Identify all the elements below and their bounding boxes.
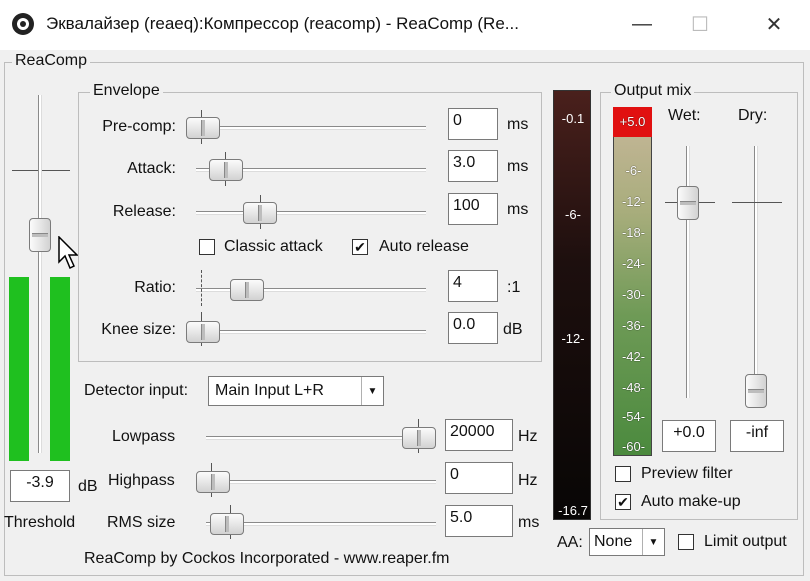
release-slider-thumb[interactable] <box>243 202 277 224</box>
detector-input-dropdown[interactable]: Main Input L+R ▼ <box>208 376 384 406</box>
output-mix-label: Output mix <box>611 82 695 100</box>
mouse-cursor-icon <box>58 235 80 275</box>
close-button[interactable]: ✕ <box>746 0 802 48</box>
aa-dropdown[interactable]: None ▼ <box>589 528 665 556</box>
wet-label: Wet: <box>668 107 701 124</box>
detector-input-label: Detector input: <box>84 382 189 399</box>
out-label-6: -42- <box>621 349 646 364</box>
dry-slider-thumb[interactable] <box>745 374 767 408</box>
gr-label-1: -6- <box>565 207 581 222</box>
auto-makeup-label[interactable]: Auto make-up <box>641 493 741 511</box>
reacomp-group-label: ReaComp <box>12 52 91 70</box>
wet-slider-thumb[interactable] <box>677 186 699 220</box>
lowpass-unit: Hz <box>518 428 538 445</box>
precomp-field[interactable]: 0 <box>448 108 498 140</box>
attack-unit: ms <box>507 158 529 175</box>
highpass-field[interactable]: 0 <box>445 462 513 494</box>
footer-credit: ReaComp by Cockos Incorporated - www.rea… <box>84 550 450 567</box>
output-meter: +5.0 -6- -12- -18- -24- -30- -36- -42- -… <box>613 107 652 456</box>
chevron-down-icon[interactable]: ▼ <box>642 529 664 555</box>
limit-output-label[interactable]: Limit output <box>704 533 787 551</box>
dry-field[interactable]: -inf <box>730 420 784 452</box>
highpass-label: Highpass <box>108 472 175 489</box>
dry-slider-track[interactable] <box>754 146 758 398</box>
threshold-unit: dB <box>78 478 98 495</box>
knee-unit: dB <box>503 321 523 338</box>
minimize-button[interactable]: — <box>614 0 670 48</box>
threshold-value-field[interactable]: -3.9 <box>10 470 70 502</box>
aa-value: None <box>594 533 633 550</box>
chevron-down-icon[interactable]: ▼ <box>361 377 383 405</box>
threshold-slider-thumb[interactable] <box>29 218 51 252</box>
precomp-slider-track[interactable] <box>196 126 426 130</box>
out-label-9: -60- <box>621 439 646 454</box>
out-label-1: -12- <box>621 194 646 209</box>
knee-slider-track[interactable] <box>196 330 426 334</box>
ratio-unit: :1 <box>507 279 521 296</box>
rms-size-label: RMS size <box>107 514 176 531</box>
maximize-button[interactable]: ☐ <box>672 0 728 48</box>
release-slider-track[interactable] <box>196 211 426 215</box>
attack-field[interactable]: 3.0 <box>448 150 498 182</box>
wet-field[interactable]: +0.0 <box>662 420 716 452</box>
rms-size-unit: ms <box>518 514 540 531</box>
release-label: Release: <box>112 203 176 220</box>
auto-release-checkbox[interactable]: ✔ <box>352 239 368 255</box>
lowpass-field[interactable]: 20000 <box>445 419 513 451</box>
attack-label: Attack: <box>127 160 176 177</box>
classic-attack-label[interactable]: Classic attack <box>224 238 323 256</box>
ratio-field[interactable]: 4 <box>448 270 498 302</box>
app-icon <box>12 13 34 35</box>
lowpass-slider-thumb[interactable] <box>402 427 436 449</box>
ratio-label: Ratio: <box>134 279 176 296</box>
wet-slider-track[interactable] <box>686 146 690 398</box>
highpass-slider-thumb[interactable] <box>196 471 230 493</box>
precomp-label: Pre-comp: <box>102 118 176 135</box>
knee-slider-thumb[interactable] <box>186 321 220 343</box>
dry-label: Dry: <box>738 107 768 124</box>
input-meter-left <box>9 277 29 461</box>
preview-filter-label[interactable]: Preview filter <box>641 465 733 483</box>
rms-size-slider-thumb[interactable] <box>210 513 244 535</box>
out-label-8: -54- <box>621 409 646 424</box>
threshold-label: Threshold <box>4 514 76 531</box>
out-label-2: -18- <box>621 225 646 240</box>
gain-reduction-meter: -0.1 -6- -12- -16.7 <box>553 90 591 520</box>
release-unit: ms <box>507 201 529 218</box>
window-title: Эквалайзер (reaeq):Компрессор (reacomp) … <box>46 14 519 33</box>
classic-attack-checkbox[interactable] <box>199 239 215 255</box>
ratio-slider-thumb[interactable] <box>230 279 264 301</box>
lowpass-label: Lowpass <box>112 428 176 445</box>
input-meter-right <box>50 277 70 461</box>
out-label-7: -48- <box>621 380 646 395</box>
knee-field[interactable]: 0.0 <box>448 312 498 344</box>
precomp-unit: ms <box>507 116 529 133</box>
preview-filter-checkbox[interactable] <box>615 466 631 482</box>
precomp-slider-thumb[interactable] <box>186 117 220 139</box>
gr-label-3: -16.7 <box>558 503 588 518</box>
out-label-3: -24- <box>621 256 646 271</box>
out-label-4: -30- <box>621 287 646 302</box>
rms-size-field[interactable]: 5.0 <box>445 505 513 537</box>
title-bar: Эквалайзер (reaeq):Компрессор (reacomp) … <box>0 0 810 50</box>
auto-release-label[interactable]: Auto release <box>379 238 469 256</box>
highpass-unit: Hz <box>518 472 538 489</box>
highpass-slider-track[interactable] <box>206 480 436 484</box>
release-field[interactable]: 100 <box>448 193 498 225</box>
knee-label: Knee size: <box>101 321 176 338</box>
attack-slider-thumb[interactable] <box>209 159 243 181</box>
auto-makeup-checkbox[interactable]: ✔ <box>615 494 631 510</box>
envelope-group-label: Envelope <box>90 82 163 100</box>
limit-output-checkbox[interactable] <box>678 534 694 550</box>
threshold-slider-track[interactable] <box>38 95 42 453</box>
out-label-0: -6- <box>625 163 642 178</box>
output-meter-clip: +5.0 <box>613 107 652 137</box>
gr-label-0: -0.1 <box>561 111 585 126</box>
detector-input-value: Main Input L+R <box>215 382 324 399</box>
out-label-5: -36- <box>621 318 646 333</box>
aa-label: AA: <box>557 534 583 551</box>
gr-label-2: -12- <box>561 331 585 346</box>
